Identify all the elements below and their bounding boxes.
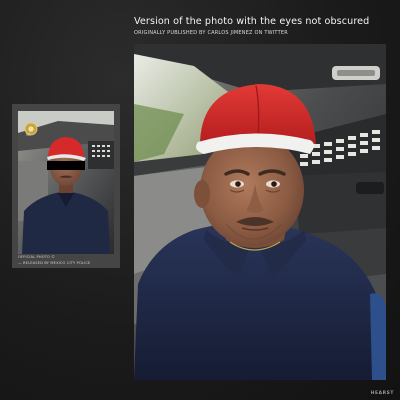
- official-photo-caption-line2: — RELEASED BY MEXICO CITY POLICE: [18, 261, 91, 265]
- subheadline: ORIGINALLY PUBLISHED BY CARLOS JIMENEZ O…: [134, 30, 288, 36]
- unobscured-photo: [134, 44, 386, 380]
- photo-credit: HEARST: [370, 391, 394, 396]
- official-photo: SSC: [18, 111, 114, 254]
- official-photo-caption-line1: OFFICIAL PHOTO ©: [18, 255, 56, 259]
- ssc-badge-text: SSC: [26, 134, 31, 137]
- official-photo-card: SSC OFFICIAL PHOTO © — RELEASED BY MEXIC…: [12, 104, 120, 268]
- headline: Version of the photo with the eyes not o…: [134, 16, 370, 27]
